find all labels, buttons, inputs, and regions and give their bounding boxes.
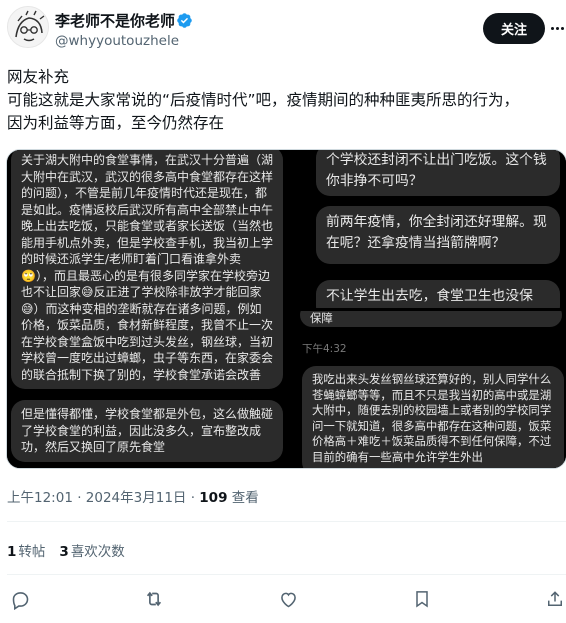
chat-timestamp: 下午4:32 <box>302 343 347 355</box>
views-count: 109 <box>199 490 228 506</box>
heart-icon[interactable] <box>275 586 301 612</box>
retweet-icon[interactable] <box>141 586 167 612</box>
tweet-meta: 上午12:01 · 2024年3月11日 · 109 查看 <box>7 486 259 506</box>
views-label: 查看 <box>227 490 259 506</box>
retweets-stat[interactable]: 1 转帖 <box>7 540 45 560</box>
divider <box>7 521 566 522</box>
chat-bubble: 关于湖大附中的食堂事情，在武汉十分普遍（湖大附中在武汉，武汉的很多高中食堂都存在… <box>11 150 283 389</box>
tweet-stats: 1 转帖 3 喜欢次数 <box>7 540 125 560</box>
retweets-label: 转帖 <box>18 544 46 560</box>
avatar[interactable] <box>7 6 49 48</box>
quotes-count: 3 <box>59 544 69 560</box>
more-options-icon[interactable] <box>550 18 564 38</box>
chat-bubble: 前两年疫情，你全封闭还好理解。现在呢？还拿疫情当挡箭牌啊？ <box>316 206 560 264</box>
chat-bubble: 不让学生出去吃，食堂卫生也没保 <box>316 280 560 308</box>
tweet-line: 可能这就是大家常说的“后疫情时代”吧，疫情期间的种种匪夷所思的行为， <box>7 91 520 109</box>
follow-button[interactable]: 关注 <box>483 13 545 44</box>
tweet-line: 因为利益等方面，至今仍然存在 <box>7 114 225 132</box>
quotes-stat[interactable]: 3 喜欢次数 <box>59 540 124 560</box>
verified-badge-icon <box>177 13 192 28</box>
user-handle[interactable]: @whyyoutouzhele <box>55 33 179 49</box>
tweet-media[interactable]: 关于湖大附中的食堂事情，在武汉十分普遍（湖大附中在武汉，武汉的很多高中食堂都存在… <box>6 149 566 469</box>
share-icon[interactable] <box>542 586 566 612</box>
bookmark-icon[interactable] <box>409 586 435 612</box>
tweet-header: 李老师不是你老师 @whyyoutouzhele 关注 <box>0 0 566 62</box>
chat-bubble: 但是懂得都懂，学校食堂都是外包，这么做触碰了学校食堂的利益，因此没多久，宣布整改… <box>11 400 283 462</box>
chat-bubble: 保障 <box>300 311 562 327</box>
quotes-label: 喜欢次数 <box>70 544 125 560</box>
display-name[interactable]: 李老师不是你老师 <box>55 10 175 31</box>
tweet-line: 网友补充 <box>7 68 70 86</box>
reply-icon[interactable] <box>7 586 33 612</box>
tweet-timestamp[interactable]: 上午12:01 · 2024年3月11日 · <box>7 490 199 506</box>
media-image-left[interactable]: 关于湖大附中的食堂事情，在武汉十分普遍（湖大附中在武汉，武汉的很多高中食堂都存在… <box>7 150 291 468</box>
media-image-right-top[interactable]: 个学校还封闭不让出门吃饭。这个钱你非挣不可吗？ 前两年疫情，你全封闭还好理解。现… <box>294 150 566 308</box>
chat-bubble: 个学校还封闭不让出门吃饭。这个钱你非挣不可吗？ <box>316 150 560 196</box>
retweets-count: 1 <box>7 544 17 560</box>
divider <box>7 574 566 575</box>
media-image-right-bottom[interactable]: 保障 下午4:32 我吃出来头发丝钢丝球还算好的，别人同学什么苍蝇蟑螂等等，而且… <box>294 311 566 468</box>
tweet-actions <box>0 586 566 616</box>
chat-bubble: 我吃出来头发丝钢丝球还算好的，别人同学什么苍蝇蟑螂等等，而且不只是我当初的高中或… <box>302 366 564 468</box>
tweet-text: 网友补充 可能这就是大家常说的“后疫情时代”吧，疫情期间的种种匪夷所思的行为， … <box>7 66 563 135</box>
